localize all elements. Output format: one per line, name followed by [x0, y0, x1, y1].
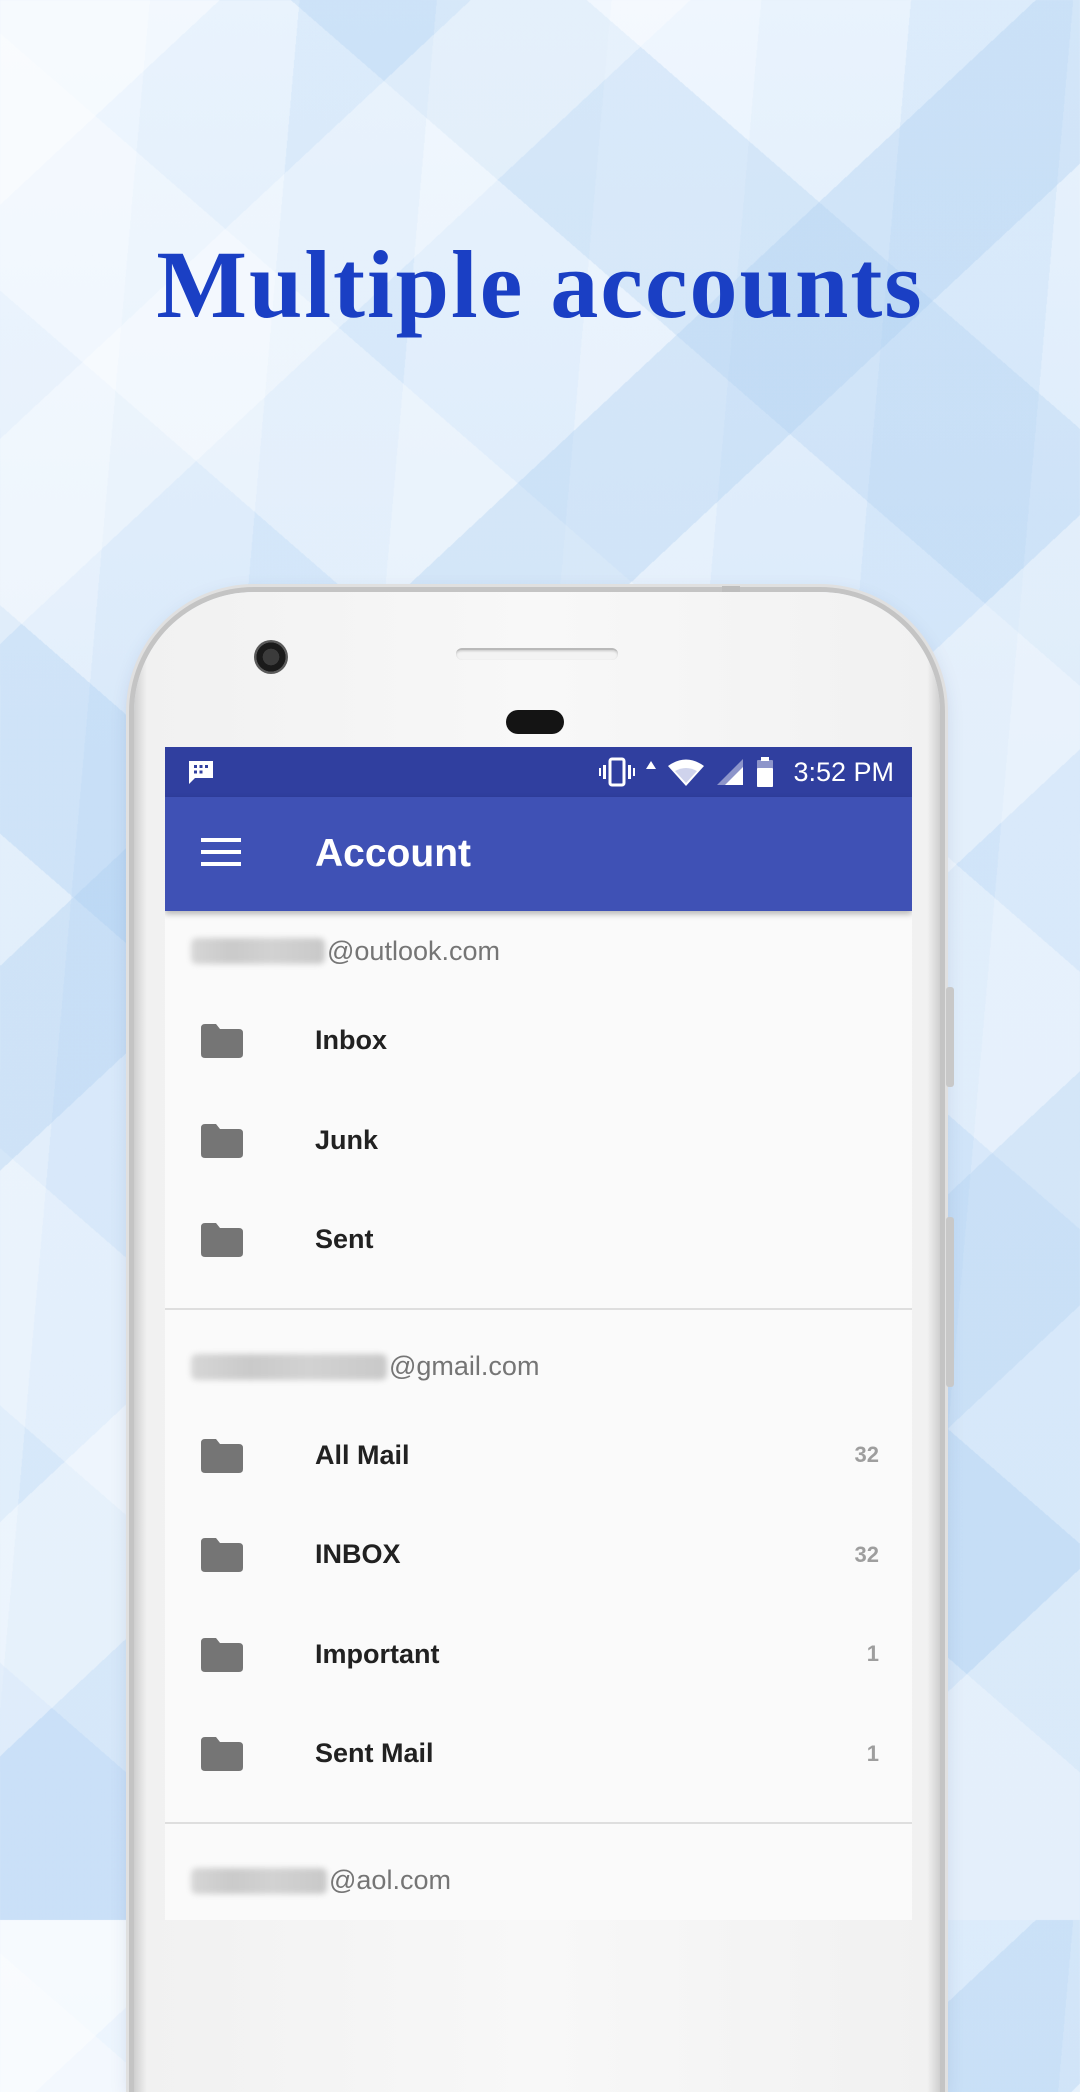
battery-icon	[757, 757, 774, 787]
account-header-aol[interactable]: @aol.com	[165, 1842, 912, 1920]
folder-label: INBOX	[315, 1539, 401, 1570]
folder-item-junk[interactable]: Junk	[165, 1091, 912, 1191]
app-bar: Account	[165, 797, 912, 911]
bbm-chat-icon	[189, 761, 213, 784]
phone-power-button	[946, 1217, 954, 1387]
folder-count: 1	[866, 1641, 879, 1667]
status-time: 3:52 PM	[793, 756, 894, 787]
wifi-icon	[668, 759, 705, 786]
phone-screen: 3:52 PM Account @outlook.com Inbox Junk	[165, 747, 912, 1920]
folder-icon	[201, 1637, 243, 1672]
folder-item-inbox-gmail[interactable]: INBOX 32	[165, 1505, 912, 1605]
promo-headline: Multiple accounts	[156, 231, 924, 338]
folder-label: Sent Mail	[315, 1738, 434, 1769]
account-header-gmail[interactable]: @gmail.com	[165, 1328, 912, 1406]
account-folder-list: @outlook.com Inbox Junk Sent @gmail.com …	[165, 911, 912, 1920]
app-bar-title: Account	[315, 832, 471, 875]
folder-label: Important	[315, 1638, 440, 1669]
account-header-outlook[interactable]: @outlook.com	[165, 911, 912, 991]
folder-count: 1	[866, 1740, 879, 1766]
folder-item-sent-mail[interactable]: Sent Mail 1	[165, 1704, 912, 1804]
folder-icon	[201, 1123, 243, 1158]
status-bar: 3:52 PM	[165, 747, 912, 797]
folder-icon	[201, 1024, 243, 1058]
account-divider	[165, 1821, 912, 1824]
cell-signal-icon	[717, 759, 744, 785]
folder-icon	[201, 1438, 243, 1473]
status-icons: 3:52 PM	[599, 747, 894, 797]
folder-item-all-mail[interactable]: All Mail 32	[165, 1406, 912, 1506]
folder-label: Junk	[315, 1124, 379, 1155]
phone-volume-button	[946, 987, 954, 1087]
folder-item-important[interactable]: Important 1	[165, 1605, 912, 1705]
account-email-suffix: @outlook.com	[327, 935, 500, 966]
folder-icon	[201, 1223, 243, 1257]
account-email-suffix: @gmail.com	[389, 1351, 540, 1381]
redacted-username	[191, 938, 325, 964]
hamburger-menu-icon[interactable]	[201, 836, 241, 868]
phone-top-button	[722, 586, 740, 592]
redacted-username	[191, 1867, 327, 1894]
folder-item-inbox[interactable]: Inbox	[165, 991, 912, 1091]
folder-count: 32	[854, 1442, 879, 1468]
earpiece-speaker	[456, 648, 618, 660]
account-divider	[165, 1307, 912, 1310]
folder-count: 32	[854, 1541, 879, 1567]
folder-item-sent[interactable]: Sent	[165, 1190, 912, 1290]
folder-label: All Mail	[315, 1439, 410, 1470]
folder-label: Inbox	[315, 1025, 387, 1056]
proximity-sensor	[506, 710, 564, 734]
folder-icon	[201, 1737, 243, 1771]
redacted-username	[191, 1353, 387, 1380]
folder-icon	[201, 1538, 243, 1572]
folder-label: Sent	[315, 1224, 374, 1255]
account-email-suffix: @aol.com	[329, 1865, 451, 1895]
data-up-icon	[646, 761, 657, 769]
vibrate-icon	[599, 757, 636, 787]
front-camera	[254, 640, 288, 674]
